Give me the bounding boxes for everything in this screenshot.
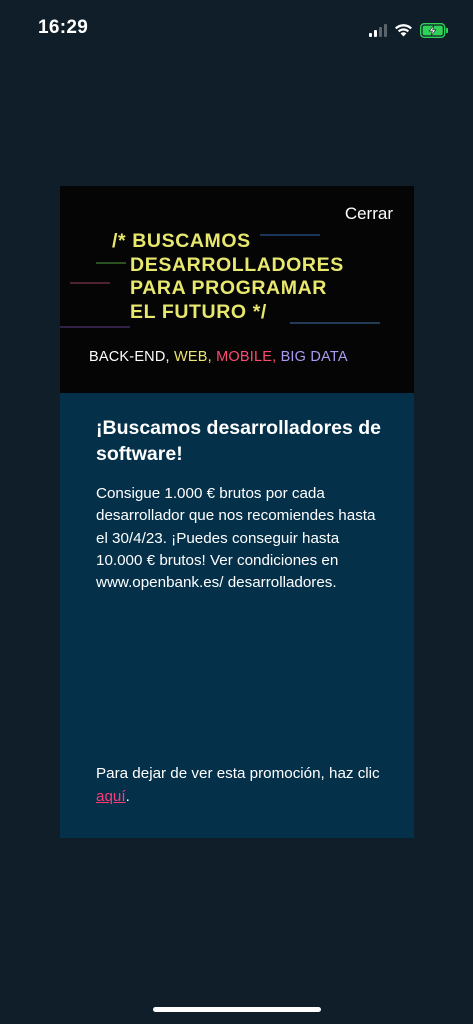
headline-line: PARA PROGRAMAR (112, 277, 327, 299)
cellular-signal-icon (369, 23, 387, 37)
optout-link[interactable]: aquí (96, 788, 126, 805)
tech-bigdata: BIG DATA (280, 349, 348, 365)
tech-mobile: MOBILE, (216, 349, 277, 365)
tech-backend: BACK-END, (89, 349, 170, 365)
promo-banner: Cerrar /* BUSCAMOS DESARROLLADORES PARA … (60, 186, 414, 393)
promo-body: Consigue 1.000 € brutos por cada desarro… (96, 485, 376, 592)
glitch-line (70, 282, 110, 284)
battery-charging-icon (420, 22, 448, 38)
promo-modal: Cerrar /* BUSCAMOS DESARROLLADORES PARA … (60, 186, 414, 838)
status-icons (369, 20, 449, 40)
promo-footer: Para dejar de ver esta promoción, haz cl… (96, 762, 386, 808)
footer-text: Para dejar de ver esta promoción, haz cl… (96, 765, 380, 782)
headline-line: EL FUTURO */ (112, 300, 267, 323)
footer-end: . (125, 788, 130, 805)
headline-line: /* BUSCAMOS (112, 230, 251, 252)
tech-web: WEB, (174, 349, 212, 365)
home-indicator[interactable] (153, 1007, 321, 1012)
status-time: 16:29 (38, 17, 89, 38)
close-button[interactable]: Cerrar (345, 204, 393, 224)
promo-title: ¡Buscamos desarrolladores de software! (96, 417, 382, 465)
headline-line: DESARROLLADORES (112, 253, 344, 276)
status-bar: 16:29 (0, 0, 473, 60)
promo-headline: /* BUSCAMOS DESARROLLADORES PARA PROGRAM… (112, 230, 344, 324)
glitch-line (60, 326, 130, 328)
wifi-icon (395, 24, 412, 37)
tech-list: BACK-END, WEB, MOBILE, BIG DATA (89, 349, 348, 365)
